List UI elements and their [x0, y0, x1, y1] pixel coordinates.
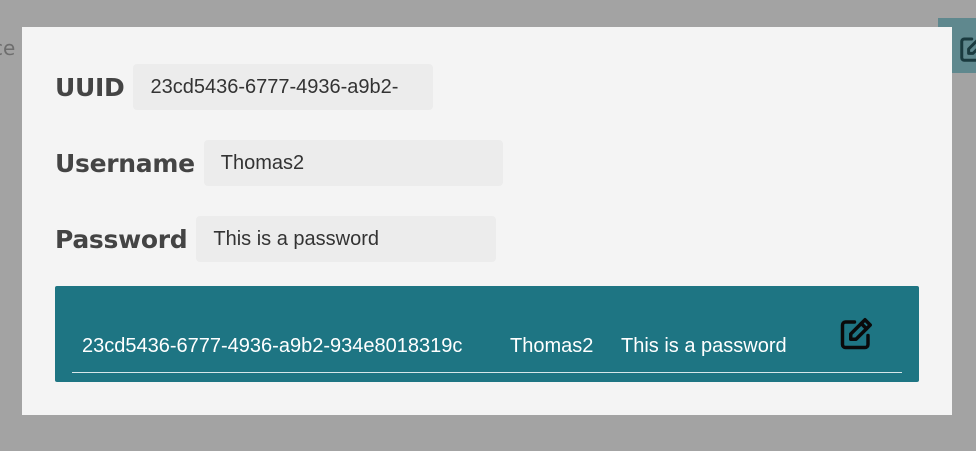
entry-username: Thomas2 [510, 335, 594, 357]
edit-icon [840, 318, 872, 350]
background-partial-text: ce [0, 36, 16, 60]
entry-uuid: 23cd5436-6777-4936-a9b2-934e8018319c [82, 335, 463, 357]
uuid-row: UUID [55, 64, 434, 110]
uuid-input[interactable] [133, 64, 434, 110]
edit-entry-button[interactable] [838, 316, 874, 352]
entry-password: This is a password [621, 335, 787, 357]
username-row: Username [55, 140, 503, 186]
entries-panel: 23cd5436-6777-4936-a9b2-934e8018319c Tho… [55, 286, 919, 382]
password-label: Password [55, 224, 188, 254]
entry-row: 23cd5436-6777-4936-a9b2-934e8018319c Tho… [72, 286, 902, 373]
username-input[interactable] [203, 140, 503, 186]
password-row: Password [55, 216, 497, 262]
background-edit-icon [960, 37, 976, 62]
password-input[interactable] [196, 216, 497, 262]
username-label: Username [55, 148, 195, 178]
edit-entry-modal: UUID Username Password 23cd5436-6777-493… [22, 27, 952, 415]
uuid-label: UUID [55, 72, 125, 102]
